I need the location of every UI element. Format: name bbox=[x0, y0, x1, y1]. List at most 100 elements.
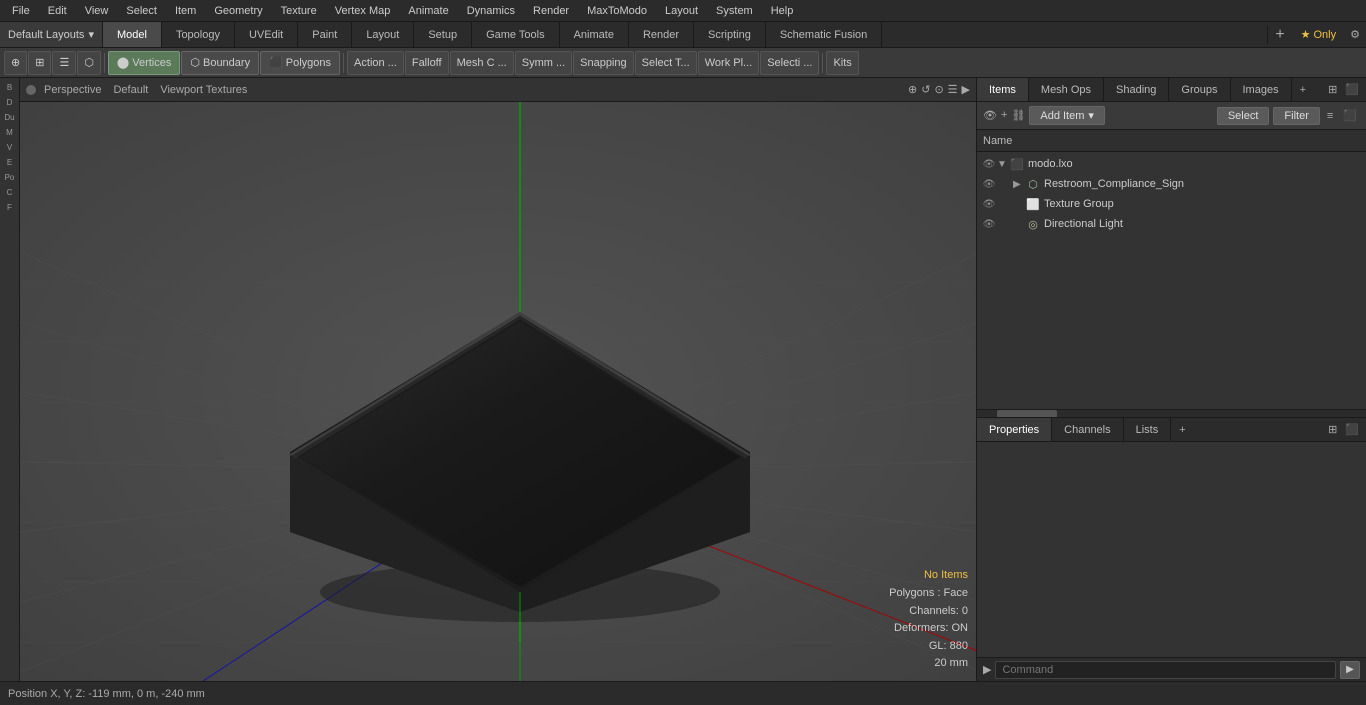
menu-select[interactable]: Select bbox=[118, 3, 165, 19]
star-only-button[interactable]: ★ Only bbox=[1293, 28, 1345, 41]
layout-tab-model[interactable]: Model bbox=[103, 22, 162, 47]
toolbar-symm-btn[interactable]: Symm ... bbox=[515, 51, 572, 75]
left-sidebar-item-7[interactable]: Po bbox=[1, 170, 19, 184]
right-tab-items[interactable]: Items bbox=[977, 78, 1029, 101]
viewport-action-settings[interactable]: ☰ bbox=[948, 83, 958, 96]
menu-system[interactable]: System bbox=[708, 3, 761, 19]
lower-tab-properties[interactable]: Properties bbox=[977, 418, 1052, 441]
toolbar-falloff-btn[interactable]: Falloff bbox=[405, 51, 449, 75]
toolbar-vertices-mode[interactable]: ⬤ Vertices bbox=[108, 51, 180, 75]
layout-tab-topology[interactable]: Topology bbox=[162, 22, 235, 47]
layout-tab-animate[interactable]: Animate bbox=[560, 22, 629, 47]
menu-geometry[interactable]: Geometry bbox=[206, 3, 270, 19]
left-sidebar-item-8[interactable]: C bbox=[1, 185, 19, 199]
tree-row-mesh[interactable]: 👁 ▶ ⬡ Restroom_Compliance_Sign bbox=[977, 174, 1366, 194]
menu-item[interactable]: Item bbox=[167, 3, 204, 19]
layout-settings-button[interactable]: ⚙ bbox=[1344, 28, 1366, 41]
tree-row-light[interactable]: 👁 ▶ ◎ Directional Light bbox=[977, 214, 1366, 234]
toolbar-icon3[interactable]: ☰ bbox=[52, 51, 76, 75]
menu-dynamics[interactable]: Dynamics bbox=[459, 3, 523, 19]
toolbar-action-btn[interactable]: Action ... bbox=[347, 51, 404, 75]
toolbar-mesh-btn[interactable]: Mesh C ... bbox=[450, 51, 514, 75]
viewport-action-play[interactable]: ▶ bbox=[962, 83, 970, 96]
toolbar-selecti-btn[interactable]: Selecti ... bbox=[760, 51, 819, 75]
select-button[interactable]: Select bbox=[1217, 107, 1270, 125]
lower-tab-channels[interactable]: Channels bbox=[1052, 418, 1123, 441]
tree-arrow-root[interactable]: ▼ bbox=[997, 159, 1009, 170]
toolbar-boundary-mode[interactable]: ⬡ Boundary bbox=[181, 51, 259, 75]
eye-toggle-light[interactable]: 👁 bbox=[981, 216, 997, 232]
toolbar-icon4[interactable]: ⬡ bbox=[77, 51, 101, 75]
toolbar-kits-btn[interactable]: Kits bbox=[826, 51, 858, 75]
left-sidebar-item-6[interactable]: E bbox=[1, 155, 19, 169]
menu-view[interactable]: View bbox=[77, 3, 117, 19]
layout-tab-layout[interactable]: Layout bbox=[352, 22, 414, 47]
left-sidebar-item-2[interactable]: D bbox=[1, 95, 19, 109]
layout-tab-scripting[interactable]: Scripting bbox=[694, 22, 766, 47]
right-tab-shading[interactable]: Shading bbox=[1104, 78, 1169, 101]
items-tree[interactable]: 👁 ▼ ⬛ modo.lxo 👁 ▶ ⬡ Restroom_Compliance… bbox=[977, 152, 1366, 409]
toolbar-snapping-btn[interactable]: Snapping bbox=[573, 51, 634, 75]
toolbar-icon2[interactable]: ⊞ bbox=[28, 51, 51, 75]
link-icon[interactable]: ⛓ bbox=[1011, 109, 1025, 122]
left-sidebar-item-9[interactable]: F bbox=[1, 200, 19, 214]
layout-tab-setup[interactable]: Setup bbox=[414, 22, 472, 47]
right-tab-images[interactable]: Images bbox=[1231, 78, 1292, 101]
canvas-area[interactable]: X Y Z No Items Polygons : Face Channels:… bbox=[20, 102, 976, 681]
toolbar-workpl-btn[interactable]: Work Pl... bbox=[698, 51, 759, 75]
command-expand-icon[interactable]: ▶ bbox=[983, 663, 991, 676]
menu-layout[interactable]: Layout bbox=[657, 3, 706, 19]
menu-file[interactable]: File bbox=[4, 3, 38, 19]
menu-texture[interactable]: Texture bbox=[273, 3, 325, 19]
menu-edit[interactable]: Edit bbox=[40, 3, 75, 19]
command-input[interactable] bbox=[995, 661, 1336, 679]
tree-arrow-mesh[interactable]: ▶ bbox=[1013, 179, 1025, 190]
layout-add-button[interactable]: + bbox=[1267, 26, 1293, 44]
menu-maxtomodo[interactable]: MaxToModo bbox=[579, 3, 655, 19]
viewport-action-home[interactable]: ⊕ bbox=[908, 83, 917, 96]
toolbar-select-t-btn[interactable]: Select T... bbox=[635, 51, 697, 75]
lower-tab-lists[interactable]: Lists bbox=[1124, 418, 1172, 441]
command-go-button[interactable]: ▶ bbox=[1340, 661, 1360, 679]
eye-toggle-root[interactable]: 👁 bbox=[981, 156, 997, 172]
add-item-button[interactable]: Add Item ▾ bbox=[1029, 106, 1105, 125]
menu-vertex-map[interactable]: Vertex Map bbox=[327, 3, 399, 19]
right-tab-groups[interactable]: Groups bbox=[1169, 78, 1230, 101]
default-layouts-button[interactable]: Default Layouts ▾ bbox=[0, 22, 103, 47]
left-sidebar-item-1[interactable]: B bbox=[1, 80, 19, 94]
right-expand-btn[interactable]: ⬛ bbox=[1340, 109, 1360, 122]
right-tab-mesh-ops[interactable]: Mesh Ops bbox=[1029, 78, 1104, 101]
left-sidebar-item-4[interactable]: M bbox=[1, 125, 19, 139]
left-sidebar-item-5[interactable]: V bbox=[1, 140, 19, 154]
layout-tab-gametools[interactable]: Game Tools bbox=[472, 22, 560, 47]
right-panel-expand[interactable]: ⬛ bbox=[1342, 83, 1362, 96]
layout-tab-paint[interactable]: Paint bbox=[298, 22, 352, 47]
lower-tab-add[interactable]: + bbox=[1171, 418, 1193, 441]
right-panel-pin[interactable]: ⊞ bbox=[1325, 83, 1340, 96]
right-panel-scrollbar[interactable] bbox=[977, 409, 1366, 417]
viewport-action-zoom[interactable]: ⊙ bbox=[934, 83, 943, 96]
toolbar-icon1[interactable]: ⊕ bbox=[4, 51, 27, 75]
left-sidebar-item-3[interactable]: Du bbox=[1, 110, 19, 124]
right-tab-add[interactable]: + bbox=[1292, 78, 1314, 101]
menu-help[interactable]: Help bbox=[763, 3, 802, 19]
tree-row-root[interactable]: 👁 ▼ ⬛ modo.lxo bbox=[977, 154, 1366, 174]
menu-render[interactable]: Render bbox=[525, 3, 577, 19]
eye-toggle-texture[interactable]: 👁 bbox=[981, 196, 997, 212]
lower-expand-btn[interactable]: ⬛ bbox=[1342, 423, 1362, 436]
lower-content bbox=[977, 442, 1366, 657]
tree-row-texture[interactable]: 👁 ▶ ⬜ Texture Group bbox=[977, 194, 1366, 214]
plus-icon[interactable]: + bbox=[1001, 109, 1007, 122]
toolbar-polygons-mode[interactable]: ⬛ Polygons bbox=[260, 51, 340, 75]
lower-collapse-btn[interactable]: ⊞ bbox=[1325, 423, 1340, 436]
viewport-action-rotate[interactable]: ↺ bbox=[921, 83, 930, 96]
toolbar-separator-1 bbox=[104, 53, 105, 73]
right-collapse-btn[interactable]: ≡ bbox=[1324, 110, 1336, 122]
layout-tab-schematic[interactable]: Schematic Fusion bbox=[766, 22, 882, 47]
eye-icon[interactable]: 👁 bbox=[983, 109, 997, 122]
filter-button[interactable]: Filter bbox=[1273, 107, 1319, 125]
eye-toggle-mesh[interactable]: 👁 bbox=[981, 176, 997, 192]
layout-tab-render[interactable]: Render bbox=[629, 22, 694, 47]
layout-tab-uvedit[interactable]: UVEdit bbox=[235, 22, 298, 47]
menu-animate[interactable]: Animate bbox=[400, 3, 456, 19]
